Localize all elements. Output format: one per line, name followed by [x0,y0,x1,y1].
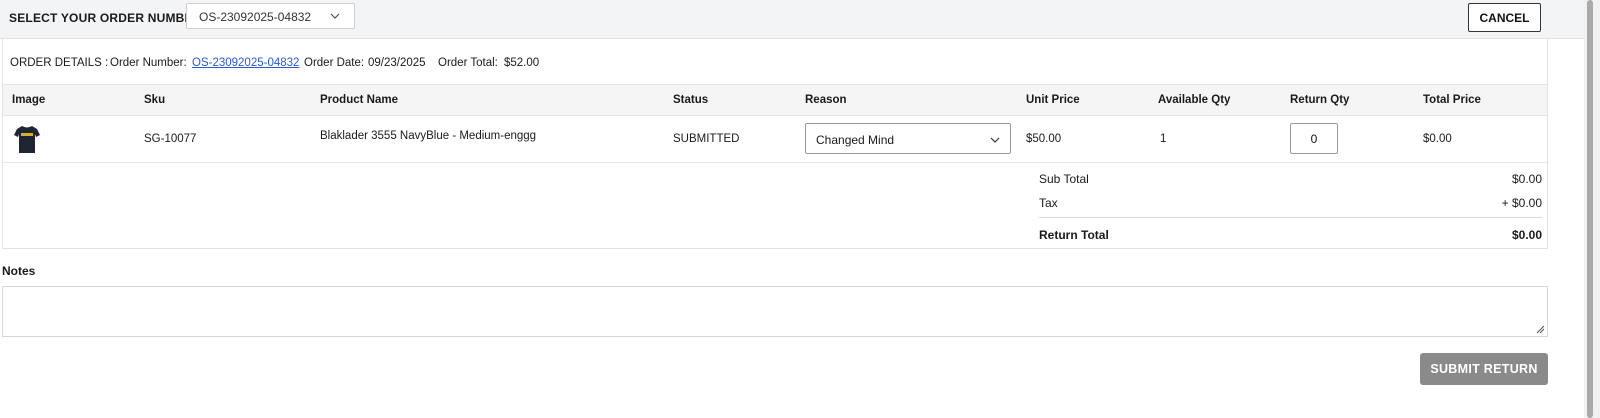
return-qty-input[interactable] [1290,123,1338,154]
total-price-cell: $0.00 [1423,133,1452,145]
order-total-label: Order Total: [438,57,498,69]
order-number-label: Order Number: [110,57,187,69]
unit-price-cell: $50.00 [1026,133,1062,145]
scrollbar-thumb[interactable] [1587,0,1593,418]
order-select-bar: SELECT YOUR ORDER NUMBER OS-23092025-048… [0,0,1584,39]
order-details-label: ORDER DETAILS : [10,57,109,69]
column-header-status: Status [673,94,709,106]
status-cell: SUBMITTED [673,133,740,145]
return-total-label: Return Total [1039,228,1109,242]
sku-cell: SG-10077 [144,133,197,145]
chevron-down-icon [990,137,1000,143]
column-header-unit-price: Unit Price [1026,94,1080,106]
column-header-product-name: Product Name [320,94,398,106]
order-date-label: Order Date: [304,57,365,69]
tshirt-thumbnail-icon [14,126,40,153]
column-header-available-qty: Available Qty [1158,94,1231,106]
reason-select[interactable]: Changed Mind [805,123,1011,154]
column-header-image: Image [12,94,46,106]
notes-textarea[interactable] [2,286,1548,337]
column-header-return-qty: Return Qty [1290,94,1350,106]
tax-label: Tax [1039,196,1058,210]
resize-handle-icon[interactable] [1536,325,1545,334]
order-total-value: $52.00 [504,57,540,69]
order-date-value: 09/23/2025 [368,57,426,69]
vertical-scrollbar[interactable] [1584,0,1600,418]
chevron-down-icon [330,13,340,19]
subtotal-label: Sub Total [1039,172,1089,186]
order-number-select[interactable]: OS-23092025-04832 [186,3,355,29]
order-select-value: OS-23092025-04832 [199,10,312,24]
cancel-button[interactable]: CANCEL [1468,3,1541,32]
order-details: ORDER DETAILS : Order Number: OS-2309202… [3,39,1547,85]
column-header-sku: Sku [144,94,166,106]
available-qty-cell: 1 [1160,133,1167,145]
return-totals: Sub Total $0.00 Tax + $0.00 Return Total… [1039,163,1542,249]
order-number-link[interactable]: OS-23092025-04832 [192,57,299,69]
column-header-total-price: Total Price [1423,94,1481,106]
notes-label: Notes [2,264,36,278]
tax-value: + $0.00 [1501,196,1542,210]
table-header: Image Sku Product Name Status Reason Uni… [3,85,1547,116]
submit-return-button[interactable]: SUBMIT RETURN [1420,353,1548,385]
column-header-reason: Reason [805,94,847,106]
product-name-cell: Blaklader 3555 NavyBlue - Medium-enggg [320,130,537,142]
return-total-value: $0.00 [1511,228,1542,242]
reason-select-value: Changed Mind [816,133,895,147]
table-row: SG-10077 Blaklader 3555 NavyBlue - Mediu… [3,116,1547,163]
totals-divider [1039,217,1542,218]
select-order-label: SELECT YOUR ORDER NUMBER [9,11,202,25]
return-panel: ORDER DETAILS : Order Number: OS-2309202… [2,39,1548,249]
subtotal-value: $0.00 [1511,172,1542,186]
